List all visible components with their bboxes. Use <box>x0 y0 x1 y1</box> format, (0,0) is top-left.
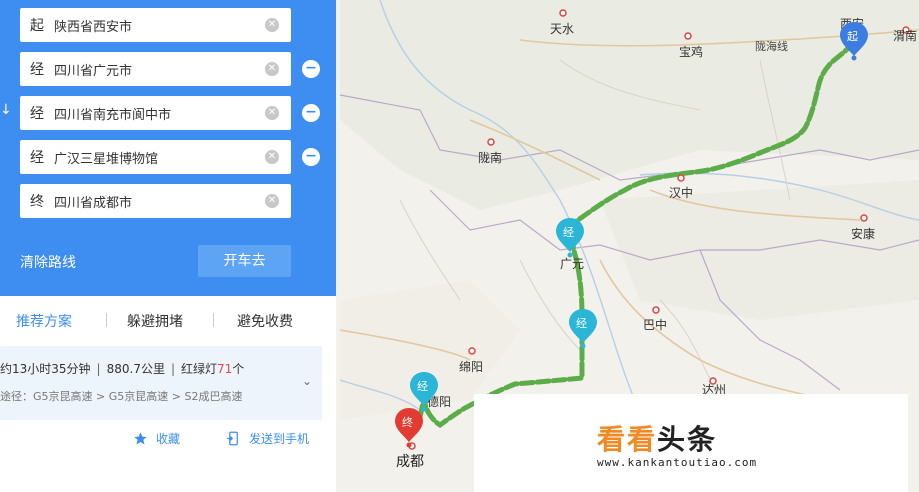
route-actions: 收藏 发送到手机 <box>0 430 336 454</box>
svg-text:经: 经 <box>576 317 587 330</box>
map-label-hanzhong: 汉中 <box>669 185 693 200</box>
stop-name: 四川省成都市 <box>54 195 133 211</box>
stop-via-3[interactable]: 经 广汉三星堆博物馆 ✕ <box>20 140 291 174</box>
tab-avoid-congestion[interactable]: 躲避拥堵 <box>127 311 183 331</box>
traffic-lights-suffix: 个 <box>232 362 245 376</box>
svg-text:起: 起 <box>847 30 858 43</box>
clear-route-link[interactable]: 清除路线 <box>20 252 76 272</box>
map-label-baoji: 宝鸡 <box>679 44 703 59</box>
chevron-down-icon[interactable]: ⌄ <box>302 374 312 388</box>
map-label-bazhong: 巴中 <box>643 317 667 332</box>
tab-avoid-tolls[interactable]: 避免收费 <box>237 311 293 331</box>
clear-icon[interactable]: ✕ <box>265 194 279 208</box>
route-via-roads: 途径：G5京昆高速 > G5京昆高速 > S2成巴高速 <box>0 390 243 403</box>
map-label-railway: 陇海线 <box>755 39 788 53</box>
stop-name: 四川省广元市 <box>54 63 133 79</box>
watermark: 看看头条 www.kankantoutiao.com <box>474 394 908 492</box>
remove-stop-1-button[interactable]: − <box>302 60 320 78</box>
remove-stop-3-button[interactable]: − <box>302 148 320 166</box>
send-to-phone-label: 发送到手机 <box>249 432 310 446</box>
map-label-ankang: 安康 <box>851 226 875 241</box>
svg-text:经: 经 <box>563 226 574 239</box>
tab-recommended[interactable]: 推荐方案 <box>16 311 72 331</box>
clear-icon[interactable]: ✕ <box>265 62 279 76</box>
favorite-button[interactable]: 收藏 <box>133 430 180 447</box>
stop-name: 四川省南充市阆中市 <box>54 107 172 123</box>
stop-name: 陕西省西安市 <box>54 19 133 35</box>
drive-button[interactable]: 开车去 <box>198 245 291 277</box>
route-distance: 880.7公里 <box>106 362 165 376</box>
route-options-tabs: 推荐方案 躲避拥堵 避免收费 <box>0 296 336 342</box>
traffic-lights-count: 71 <box>217 362 233 376</box>
map-label-chengdu: 成都 <box>396 454 424 470</box>
clear-icon[interactable]: ✕ <box>265 150 279 164</box>
route-panel: 起 陕西省西安市 ✕ 经 四川省广元市 ✕ − ↓ 经 四川省南充市阆中市 ✕ … <box>0 0 336 492</box>
remove-stop-2-button[interactable]: − <box>302 104 320 122</box>
route-duration: 约13小时35分钟 <box>0 362 91 376</box>
stop-tag: 经 <box>30 62 44 78</box>
traffic-lights-prefix: 红绿灯 <box>181 362 218 376</box>
watermark-title: 看看头条 <box>597 423 718 456</box>
map-label-mianyang: 绵阳 <box>459 360 483 374</box>
star-icon <box>134 432 147 445</box>
svg-text:终: 终 <box>402 415 413 429</box>
route-input-section: 起 陕西省西安市 ✕ 经 四川省广元市 ✕ − ↓ 经 四川省南充市阆中市 ✕ … <box>0 0 336 296</box>
stop-tag: 终 <box>30 194 44 210</box>
route-summary: 约13小时35分钟 | 880.7公里 | 红绿灯71个 <box>0 362 245 376</box>
stop-end[interactable]: 终 四川省成都市 ✕ <box>20 184 291 218</box>
watermark-url: www.kankantoutiao.com <box>597 456 758 469</box>
send-to-phone-button[interactable]: 发送到手机 <box>226 430 309 447</box>
map-label-longnan: 陇南 <box>478 150 502 165</box>
tab-divider <box>106 313 107 327</box>
map-label-tianshui: 天水 <box>550 22 574 36</box>
favorite-label: 收藏 <box>156 432 181 446</box>
stop-name: 广汉三星堆博物馆 <box>54 151 159 167</box>
stop-tag: 经 <box>30 106 44 122</box>
map-label-weinan: 渭南 <box>893 28 917 43</box>
stop-via-2[interactable]: 经 四川省南充市阆中市 ✕ <box>20 96 291 130</box>
clear-icon[interactable]: ✕ <box>265 106 279 120</box>
clear-icon[interactable]: ✕ <box>265 18 279 32</box>
send-to-phone-icon <box>227 431 238 446</box>
stop-start[interactable]: 起 陕西省西安市 ✕ <box>20 8 291 42</box>
tab-divider <box>213 313 214 327</box>
stop-tag: 经 <box>30 150 44 166</box>
stop-via-1[interactable]: 经 四川省广元市 ✕ <box>20 52 291 86</box>
swap-arrow-icon[interactable]: ↓ <box>0 102 12 118</box>
map-label-guangyuan: 广元 <box>560 257 584 271</box>
svg-text:经: 经 <box>417 380 428 393</box>
stop-tag: 起 <box>30 18 44 34</box>
route-result-section: 推荐方案 躲避拥堵 避免收费 约13小时35分钟 | 880.7公里 | 红绿灯71个 … <box>0 296 336 492</box>
route-card[interactable]: 约13小时35分钟 | 880.7公里 | 红绿灯71个 途径：G5京昆高速 > G5京… <box>0 346 322 420</box>
